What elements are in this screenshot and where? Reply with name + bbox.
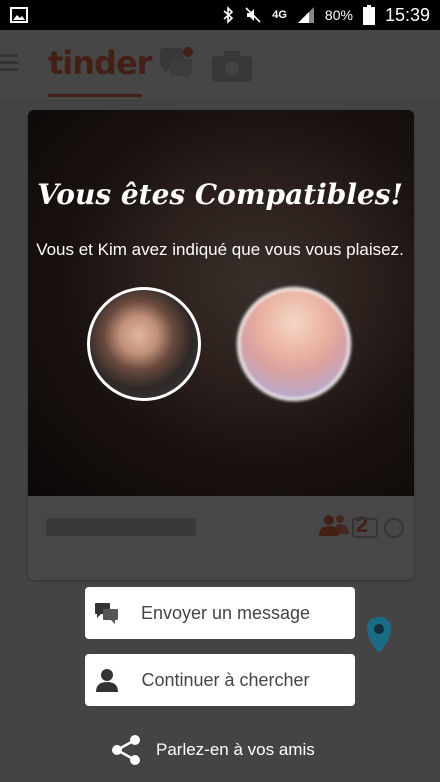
share-icon bbox=[112, 735, 140, 765]
mute-icon bbox=[245, 7, 261, 23]
bluetooth-icon bbox=[223, 6, 234, 24]
match-subtitle: Vous et Kim avez indiqué que vous vous p… bbox=[36, 240, 404, 259]
map-pin-icon bbox=[367, 617, 391, 653]
clock: 15:39 bbox=[384, 4, 430, 25]
user-avatar bbox=[87, 287, 201, 401]
keep-swiping-label: Continuer à chercher bbox=[141, 669, 310, 690]
status-bar: 4G 80% 15:39 bbox=[0, 0, 440, 30]
gallery-icon bbox=[10, 7, 28, 23]
send-message-label: Envoyer un message bbox=[140, 602, 311, 623]
match-title: Vous êtes Compatibles! bbox=[37, 178, 403, 211]
send-message-button[interactable]: Envoyer un message bbox=[85, 587, 355, 639]
person-icon bbox=[96, 669, 118, 692]
signal-icon bbox=[297, 7, 314, 23]
keep-swiping-button[interactable]: Continuer à chercher bbox=[85, 654, 355, 706]
battery-icon bbox=[362, 5, 375, 25]
network-type: 4G bbox=[272, 9, 287, 21]
match-avatar bbox=[237, 287, 351, 401]
share-link[interactable]: Parlez-en à vos amis bbox=[110, 734, 315, 766]
share-label: Parlez-en à vos amis bbox=[156, 740, 315, 759]
battery-percent: 80% bbox=[324, 7, 353, 23]
chat-icon bbox=[95, 603, 118, 624]
